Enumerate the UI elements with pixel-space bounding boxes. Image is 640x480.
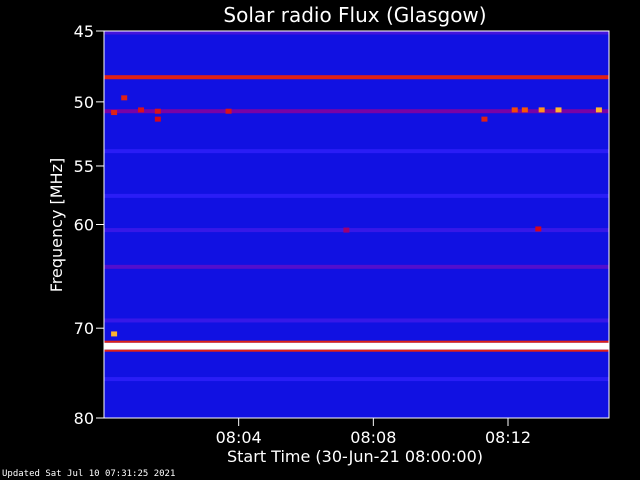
frequency-band	[104, 193, 609, 198]
frequency-band	[104, 149, 609, 154]
radio-burst	[595, 107, 602, 113]
radio-burst	[111, 331, 118, 337]
radio-burst	[343, 227, 350, 233]
frequency-band	[104, 318, 609, 323]
y-tick-label: 70	[74, 319, 94, 338]
x-axis: 08:04 08:08 08:12	[216, 418, 531, 447]
frequency-band	[104, 342, 609, 350]
spectrogram-background	[104, 31, 609, 418]
y-axis: 45 50 55 60 70 80	[74, 22, 104, 428]
frequency-band-edge	[104, 340, 609, 343]
y-tick-label: 45	[74, 22, 94, 41]
radio-burst	[225, 108, 232, 114]
x-tick-label: 08:12	[485, 428, 531, 447]
frequency-band	[104, 264, 609, 269]
radio-burst	[521, 107, 528, 113]
radio-burst	[111, 110, 118, 116]
x-tick-label: 08:04	[216, 428, 262, 447]
frequency-band	[104, 377, 609, 382]
radio-burst	[121, 95, 128, 101]
chart-title: Solar radio Flux (Glasgow)	[223, 3, 486, 27]
radio-burst	[555, 107, 562, 113]
radio-burst	[481, 116, 488, 122]
y-tick-label: 50	[74, 93, 94, 112]
y-tick-label: 80	[74, 409, 94, 428]
updated-timestamp: Updated Sat Jul 10 07:31:25 2021	[2, 469, 176, 479]
spectrogram-chart: Solar radio Flux (Glasgow) 455055607080 …	[47, 3, 610, 466]
radio-burst	[154, 108, 161, 114]
radio-burst	[538, 107, 545, 113]
y-axis-label: Frequency [MHz]	[47, 158, 66, 292]
radio-burst	[138, 107, 145, 113]
spectrogram-plot-area	[103, 30, 610, 419]
radio-burst	[154, 116, 161, 122]
frequency-band-edge	[104, 349, 609, 352]
frequency-band	[104, 228, 609, 233]
y-tick-label: 60	[74, 216, 94, 235]
x-tick-label: 08:08	[350, 428, 396, 447]
y-tick-label: 55	[74, 157, 94, 176]
frequency-band	[104, 109, 609, 114]
radio-burst	[535, 226, 542, 232]
radio-burst	[511, 107, 518, 113]
x-axis-label: Start Time (30-Jun-21 08:00:00)	[227, 447, 483, 466]
frequency-band	[104, 75, 609, 80]
